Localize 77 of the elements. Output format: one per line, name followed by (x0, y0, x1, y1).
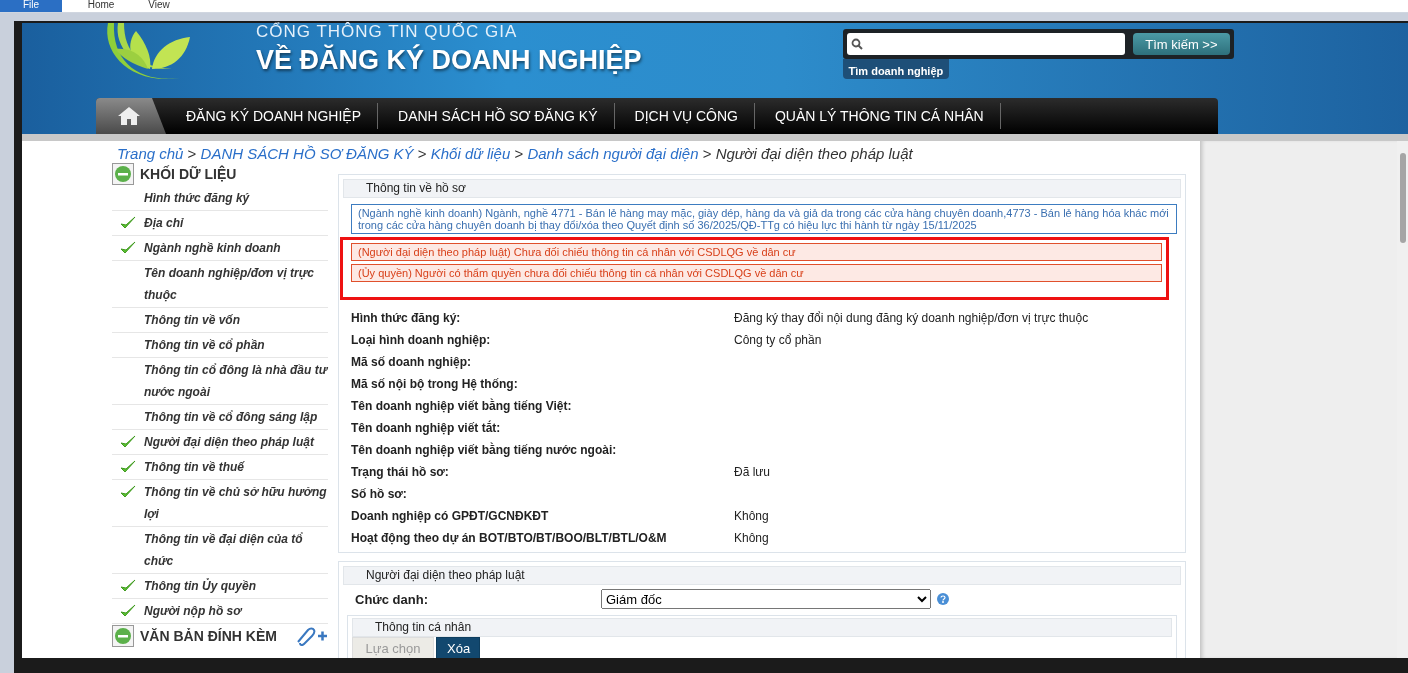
nav-link[interactable]: DỊCH VỤ CÔNG (616, 103, 755, 129)
breadcrumb-link[interactable]: Khối dữ liệu (430, 145, 511, 162)
error-message: (Người đại diện theo pháp luật) Chưa đối chiếu thông tin cá nhân với CSDLQG về dân cư (351, 243, 1162, 261)
checkmark-icon (120, 603, 136, 619)
nav-link[interactable]: QUẢN LÝ THÔNG TIN CÁ NHÂN (756, 103, 1001, 129)
portal-subtitle: CỔNG THÔNG TIN QUỐC GIA (256, 23, 519, 41)
field-value: Đã lưu (734, 465, 771, 479)
field-value: Không (734, 509, 769, 523)
checkmark-icon (120, 215, 136, 231)
field-label: Trạng thái hồ sơ: (351, 464, 450, 480)
field-value: Không (734, 531, 769, 545)
sidebar-item[interactable]: Thông tin về cổ phần (112, 333, 328, 358)
breadcrumb-current: Người đại diện theo pháp luật (715, 145, 913, 162)
checkmark-icon (120, 578, 136, 594)
panel-header: Thông tin về hồ sơ (343, 179, 1181, 198)
field-label: Hình thức đăng ký: (351, 310, 462, 326)
sidebar-item[interactable]: Thông tin về chủ sở hữu hưởng lợi (112, 480, 328, 527)
field-label: Hoạt động theo dự án BOT/BTO/BT/BOO/BLT/BTL/O&M (351, 530, 668, 546)
panel-header: Người đại diện theo pháp luật (343, 566, 1181, 585)
sidebar-item[interactable]: Hình thức đăng ký (112, 186, 328, 211)
checkmark-icon (120, 240, 136, 256)
field-value: Công ty cổ phần (734, 333, 822, 347)
sidebar-item[interactable]: Ngành nghề kinh doanh (112, 236, 328, 261)
field-label: Số hồ sơ: (351, 486, 408, 502)
section-title: VĂN BẢN ĐÍNH KÈM (140, 628, 278, 644)
error-message: (Ủy quyền) Người có thẩm quyền chưa đối chiếu thông tin cá nhân với CSDLQG về dân cư (351, 264, 1162, 282)
ribbon-tab[interactable]: Home (72, 0, 130, 12)
sidebar-item[interactable]: Thông tin về cổ đông sáng lập (112, 405, 328, 430)
sidebar-item[interactable]: Người nộp hồ sơ (112, 599, 328, 624)
field-label: Tên doanh nghiệp viết tắt: (351, 420, 502, 436)
nav-link[interactable]: ĐĂNG KÝ DOANH NGHIỆP (168, 103, 379, 129)
info-message: (Ngành nghề kinh doanh) Ngành, nghề 4771 - Bán lẻ hàng may mặc, giày dép, hàng da và giả da trong các cửa hàng chuyên doanh,4773 - Bán lẻ hàng hóa khác mới trong các cửa hàng chuyên doanh bị thay đổi/xóa theo Quyết định số 36/2025/QĐ-TTg có hiệu lực thi hành từ ngày 15/11/2025 (351, 204, 1177, 234)
search-icon (850, 38, 863, 50)
breadcrumb-link[interactable]: Trang chủ (117, 145, 184, 162)
breadcrumb-separator: > (187, 145, 197, 162)
search-button[interactable]: Tìm kiếm >> (1133, 33, 1230, 55)
breadcrumb-separator: > (417, 145, 427, 162)
sidebar-item[interactable]: Thông tin về vốn (112, 308, 328, 333)
checkmark-icon (120, 459, 136, 475)
field-label: Tên doanh nghiệp viết bằng tiếng nước ngoài: (351, 442, 618, 458)
checkmark-icon (120, 484, 136, 500)
sidebar-item[interactable]: Người đại diện theo pháp luật (112, 430, 328, 455)
checkmark-icon (120, 434, 136, 450)
portal-title: VỀ ĐĂNG KÝ DOANH NGHIỆP (256, 45, 642, 76)
help-icon[interactable] (937, 593, 949, 605)
breadcrumb-separator: > (514, 145, 524, 162)
ribbon-tab[interactable]: File (0, 0, 62, 12)
breadcrumb-link[interactable]: DANH SÁCH HỒ SƠ ĐĂNG KÝ (200, 145, 414, 162)
scrollbar[interactable] (1397, 141, 1408, 658)
field-label: Mã số nội bộ trong Hệ thống: (351, 376, 519, 392)
breadcrumb-link[interactable]: Danh sách người đại diện (527, 145, 699, 162)
action-button[interactable]: Xóa (436, 637, 480, 659)
field-label: Loại hình doanh nghiệp: (351, 332, 492, 348)
panel-header: Thông tin cá nhân (352, 618, 1172, 637)
collapse-icon[interactable] (112, 625, 134, 647)
ribbon-tab[interactable]: View (130, 0, 188, 12)
field-label: Mã số doanh nghiệp: (351, 354, 472, 370)
sidebar-item[interactable]: Tên doanh nghiệp/đơn vị trực thuộc (112, 261, 328, 308)
search-field[interactable] (846, 33, 1126, 55)
position-label: Chức danh: (355, 591, 429, 607)
section-title: KHỐI DỮ LIỆU (140, 166, 238, 182)
nav-link[interactable]: DANH SÁCH HỒ SƠ ĐĂNG KÝ (380, 103, 615, 129)
sidebar-item[interactable]: Thông tin cổ đông là nhà đầu tư nước ngoài (112, 358, 328, 405)
home-icon (117, 106, 141, 126)
field-label: Doanh nghiệp có GPĐT/GCNĐKĐT (351, 508, 550, 524)
home-button[interactable] (96, 98, 166, 134)
breadcrumb-separator: > (702, 145, 712, 162)
sidebar-item[interactable]: Thông tin về thuế (112, 455, 328, 480)
field-label: Tên doanh nghiệp viết bằng tiếng Việt: (351, 398, 573, 414)
attach-add-icon[interactable] (294, 626, 328, 646)
collapse-icon[interactable] (112, 163, 134, 185)
field-value: Đăng ký thay đổi nội dung đăng ký doanh nghiệp/đơn vị trực thuộc (734, 311, 1089, 325)
sidebar-item[interactable]: Địa chỉ (112, 211, 328, 236)
sidebar-item[interactable]: Thông tin về đại diện của tổ chức (112, 527, 328, 574)
search-tab[interactable]: Tìm doanh nghiệp (842, 59, 950, 79)
sidebar-item[interactable]: Thông tin Ủy quyền (112, 574, 328, 599)
position-select[interactable]: Giám đốc (601, 589, 931, 609)
